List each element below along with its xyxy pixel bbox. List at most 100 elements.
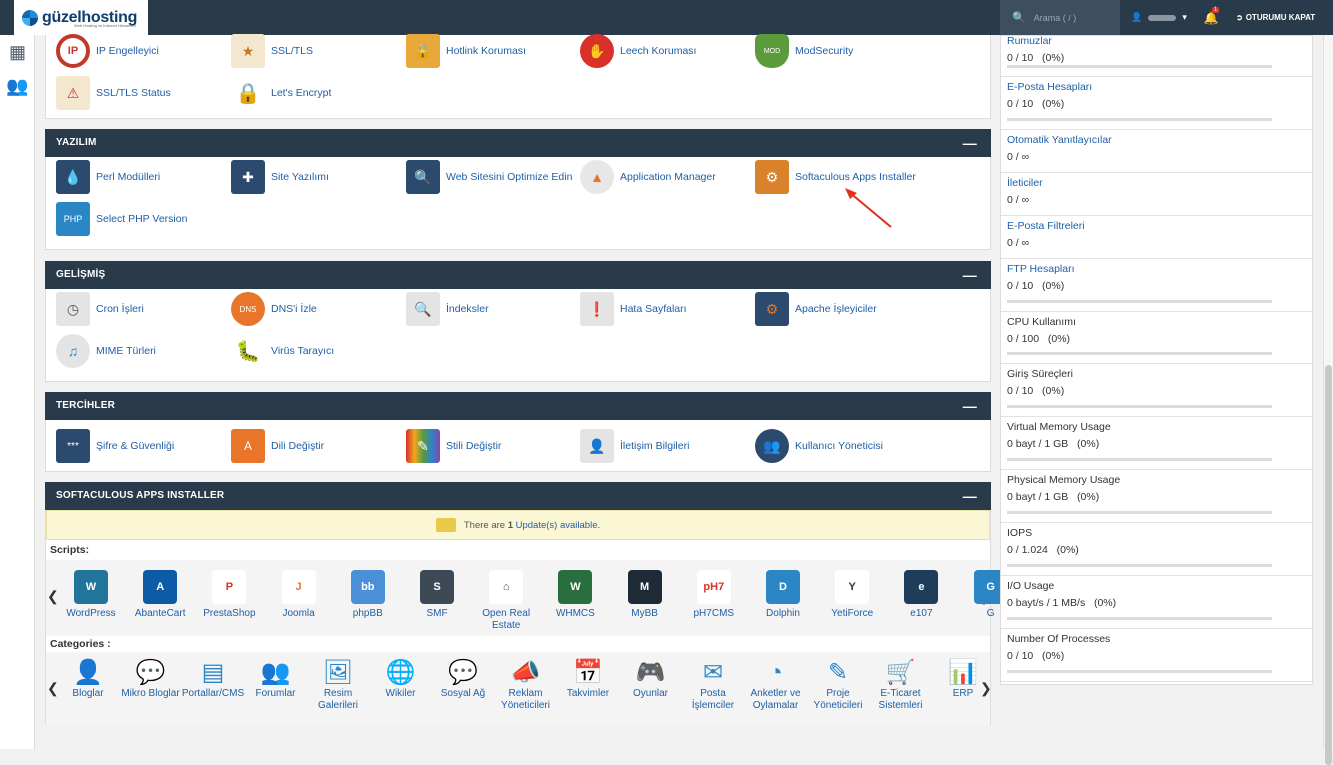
tool-ssl-tls[interactable]: ★ SSL/TLS (231, 33, 313, 69)
collapse-icon[interactable]: — (963, 482, 977, 510)
stat-title[interactable]: İleticiler (1007, 177, 1314, 189)
script-item[interactable]: P PrestaShop (194, 570, 264, 620)
category-label[interactable]: Mikro Bloglar (119, 688, 183, 700)
script-item[interactable]: D Dolphin (748, 570, 818, 620)
tool-password-security[interactable]: *** Şifre & Güvenliği (56, 428, 174, 464)
stat-title[interactable]: FTP Hesapları (1007, 263, 1314, 275)
tool-label[interactable]: Kullanıcı Yöneticisi (795, 440, 883, 452)
script-label[interactable]: phpBB (333, 608, 403, 620)
tool-label[interactable]: Web Sitesini Optimize Edin (446, 171, 572, 183)
script-label[interactable]: SMF (402, 608, 472, 620)
tool-label[interactable]: MIME Türleri (96, 345, 156, 357)
category-label[interactable]: Sosyal Ağ (431, 688, 495, 700)
script-item[interactable]: W WordPress (56, 570, 126, 620)
category-label[interactable]: Resim Galerileri (306, 688, 370, 712)
category-label[interactable]: Reklam Yöneticileri (494, 688, 558, 712)
tool-select-php-version[interactable]: PHP Select PHP Version (56, 201, 187, 237)
tool-user-manager[interactable]: 👥 Kullanıcı Yöneticisi (755, 428, 883, 464)
collapse-icon[interactable]: — (963, 261, 977, 289)
tool-change-language[interactable]: A Dili Değiştir (231, 428, 324, 464)
category-item[interactable]: 🖼 Resim Galerileri (306, 658, 370, 712)
category-item[interactable]: 🛒 E-Ticaret Sistemleri (869, 658, 933, 712)
category-label[interactable]: Anketler ve Oylamalar (744, 688, 808, 712)
tool-label[interactable]: Şifre & Güvenliği (96, 440, 174, 452)
tool-label[interactable]: Hata Sayfaları (620, 303, 687, 315)
script-label[interactable]: pH7CMS (679, 608, 749, 620)
tool-ip-blocker[interactable]: IP IP Engelleyici (56, 33, 159, 69)
tool-label[interactable]: ModSecurity (795, 45, 853, 57)
panel-header-software[interactable]: YAZILIM — (45, 129, 991, 157)
tool-label[interactable]: Site Yazılımı (271, 171, 329, 183)
script-label[interactable]: Dolphin (748, 608, 818, 620)
stat-title[interactable]: E-Posta Hesapları (1007, 81, 1314, 93)
notifications-button[interactable]: 🔔 1 (1200, 0, 1222, 35)
category-label[interactable]: E-Ticaret Sistemleri (869, 688, 933, 712)
logo[interactable]: güzelhosting Web Hosting ve İnternet Hiz… (14, 0, 148, 35)
panel-header-preferences[interactable]: TERCİHLER — (45, 392, 991, 420)
tool-modsecurity[interactable]: MOD ModSecurity (755, 33, 853, 69)
tool-leech-protection[interactable]: ✋ Leech Koruması (580, 33, 696, 69)
script-label[interactable]: MyBB (610, 608, 680, 620)
category-label[interactable]: Posta İşlemciler (681, 688, 745, 712)
category-label[interactable]: ERP (931, 688, 995, 700)
tool-indexes[interactable]: 🔍 İndeksler (406, 291, 489, 327)
tool-hotlink-protection[interactable]: 🔒 Hotlink Koruması (406, 33, 526, 69)
script-item[interactable]: M MyBB (610, 570, 680, 620)
category-item[interactable]: ▤ Portallar/CMS (181, 658, 245, 700)
script-label[interactable]: WordPress (56, 608, 126, 620)
tool-track-dns[interactable]: DNS DNS'i İzle (231, 291, 317, 327)
stat-title[interactable]: E-Posta Filtreleri (1007, 220, 1314, 232)
category-item[interactable]: 🌐 Wikiler (369, 658, 433, 700)
tool-apache-handlers[interactable]: ⚙ Apache İşleyiciler (755, 291, 877, 327)
tool-lets-encrypt[interactable]: 🔒 Let's Encrypt (231, 75, 331, 111)
tool-virus-scanner[interactable]: 🐛 Virüs Tarayıcı (231, 333, 334, 369)
script-item[interactable]: ⌂ Open Real Estate (471, 570, 541, 632)
users-icon[interactable]: 👥 (0, 69, 35, 103)
script-item[interactable]: e e107 (886, 570, 956, 620)
tool-label[interactable]: Application Manager (620, 171, 716, 183)
tool-error-pages[interactable]: ❗ Hata Sayfaları (580, 291, 687, 327)
tool-application-manager[interactable]: ▲ Application Manager (580, 159, 716, 195)
tool-contact-info[interactable]: 👤 İletişim Bilgileri (580, 428, 689, 464)
tool-perl-modules[interactable]: 💧 Perl Modülleri (56, 159, 160, 195)
tool-label[interactable]: İndeksler (446, 303, 489, 315)
tool-label[interactable]: Apache İşleyiciler (795, 303, 877, 315)
tool-label[interactable]: Let's Encrypt (271, 87, 331, 99)
script-item[interactable]: S SMF (402, 570, 472, 620)
category-label[interactable]: Forumlar (244, 688, 308, 700)
category-item[interactable]: 📣 Reklam Yöneticileri (494, 658, 558, 712)
tool-label[interactable]: Dili Değiştir (271, 440, 324, 452)
category-label[interactable]: Portallar/CMS (181, 688, 245, 700)
script-item[interactable]: A AbanteCart (125, 570, 195, 620)
script-item[interactable]: bb phpBB (333, 570, 403, 620)
tool-label[interactable]: Leech Koruması (620, 45, 696, 57)
tool-change-style[interactable]: ✎ Stili Değiştir (406, 428, 501, 464)
script-label[interactable]: YetiForce (817, 608, 887, 620)
category-label[interactable]: Proje Yöneticileri (806, 688, 870, 712)
category-item[interactable]: ✎ Proje Yöneticileri (806, 658, 870, 712)
category-item[interactable]: 🎮 Oyunlar (619, 658, 683, 700)
tool-label[interactable]: DNS'i İzle (271, 303, 317, 315)
tool-site-software[interactable]: ✚ Site Yazılımı (231, 159, 329, 195)
script-label[interactable]: PrestaShop (194, 608, 264, 620)
tool-optimize-website[interactable]: 🔍 Web Sitesini Optimize Edin (406, 159, 572, 195)
updates-link[interactable]: Update(s) available. (516, 520, 601, 531)
tool-label[interactable]: Cron İşleri (96, 303, 144, 315)
panel-header-advanced[interactable]: GELİŞMİŞ — (45, 261, 991, 289)
category-item[interactable]: 📅 Takvimler (556, 658, 620, 700)
script-item[interactable]: pH7 pH7CMS (679, 570, 749, 620)
category-label[interactable]: Oyunlar (619, 688, 683, 700)
stat-title[interactable]: Rumuzlar (1007, 35, 1314, 47)
stat-title[interactable]: Otomatik Yanıtlayıcılar (1007, 134, 1314, 146)
script-label[interactable]: WHMCS (540, 608, 610, 620)
script-item[interactable]: Y YetiForce (817, 570, 887, 620)
tool-mime-types[interactable]: ♫ MIME Türleri (56, 333, 156, 369)
tool-label[interactable]: Select PHP Version (96, 213, 187, 225)
tool-label[interactable]: Hotlink Koruması (446, 45, 526, 57)
collapse-icon[interactable]: — (963, 129, 977, 157)
script-label[interactable]: AbanteCart (125, 608, 195, 620)
category-item[interactable]: 👤 Bloglar (56, 658, 120, 700)
category-item[interactable]: ✉ Posta İşlemciler (681, 658, 745, 712)
panel-header-softaculous[interactable]: SOFTACULOUS APPS INSTALLER — (45, 482, 991, 510)
category-item[interactable]: 💬 Sosyal Ağ (431, 658, 495, 700)
